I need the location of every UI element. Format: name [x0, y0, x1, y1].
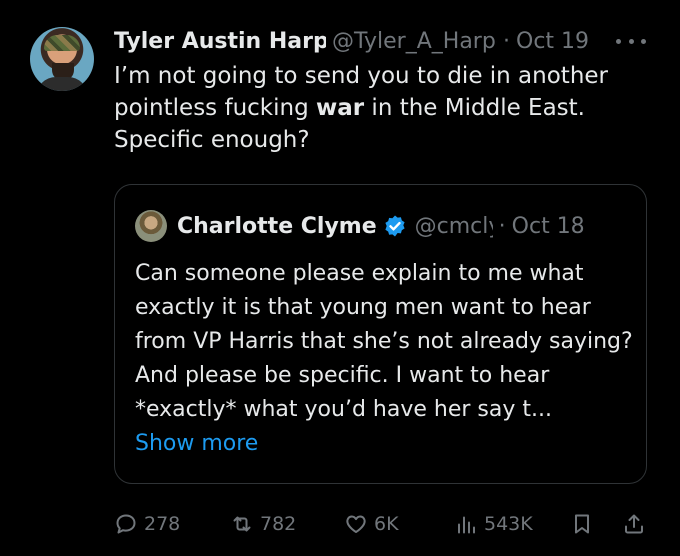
show-more-link[interactable]: Show more: [135, 427, 635, 461]
reply-count: 278: [144, 513, 181, 535]
views-button[interactable]: 543K: [454, 508, 533, 540]
views-icon: [458, 516, 475, 534]
reply-button[interactable]: 278: [114, 508, 180, 540]
quoted-author-name: Charlotte Clyme: [177, 213, 377, 239]
bookmark-icon: [575, 514, 589, 534]
quoted-avatar: [135, 210, 167, 242]
quoted-author-handle: @cmclymer: [414, 213, 493, 239]
author-handle[interactable]: @Tyler_A_Harper: [332, 29, 497, 54]
quoted-text: Can someone please explain to me what ex…: [135, 257, 635, 461]
like-count: 6K: [374, 513, 399, 535]
quoted-date: Oct 18: [511, 213, 585, 239]
tweet-date[interactable]: Oct 19: [516, 29, 589, 54]
tweet-text: I’m not going to send you to die in anot…: [114, 60, 654, 156]
quoted-tweet[interactable]: Charlotte Clyme @cmclymer · Oct 18 Can s…: [114, 184, 647, 484]
author-name[interactable]: Tyler Austin Harper: [114, 29, 326, 54]
action-bar: 278 782 6K 543K: [114, 508, 654, 540]
avatar-body: [36, 77, 88, 91]
share-icon: [625, 514, 643, 534]
quoted-header: Charlotte Clyme @cmclymer · Oct 18: [135, 209, 585, 243]
tweet-header: Tyler Austin Harper @Tyler_A_Harper · Oc…: [114, 26, 654, 56]
avatar[interactable]: [30, 27, 94, 91]
share-button[interactable]: [622, 508, 652, 540]
more-options-icon[interactable]: [616, 30, 646, 52]
avatar-cap: [44, 35, 80, 51]
tweet-text-bold: war: [316, 95, 365, 121]
repost-button[interactable]: 782: [230, 508, 296, 540]
bookmark-button[interactable]: [570, 508, 600, 540]
repost-count: 782: [260, 513, 297, 535]
views-count: 543K: [484, 513, 533, 535]
like-button[interactable]: 6K: [344, 508, 399, 540]
verified-badge-icon: [385, 215, 405, 237]
quoted-body: Can someone please explain to me what ex…: [135, 261, 633, 422]
reply-icon: [116, 514, 136, 534]
repost-icon: [233, 516, 251, 532]
quoted-separator-dot: ·: [498, 213, 506, 239]
separator-dot: ·: [503, 28, 510, 54]
heart-icon: [346, 515, 366, 533]
